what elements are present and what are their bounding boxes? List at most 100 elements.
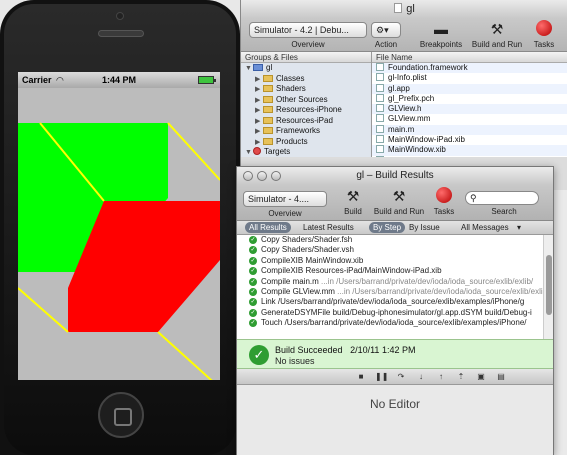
breakpoint-toggle-icon[interactable]: ▣: [475, 372, 487, 381]
file-row[interactable]: MainWindow-iPad.xib: [372, 135, 567, 145]
group-item[interactable]: ▶ Classes: [241, 74, 371, 85]
build-issues: No issues: [275, 356, 315, 366]
overview-control[interactable]: Simulator - 4.2 | Debu... Overview: [249, 22, 367, 49]
file-name: main.m: [388, 124, 415, 134]
file-icon: [376, 63, 384, 71]
group-item[interactable]: ▶ Products: [241, 137, 371, 148]
pause-icon[interactable]: ❚❚: [375, 372, 388, 381]
file-name: MainWindow.xib: [388, 145, 446, 155]
status-bar: Carrier ◠ 1:44 PM: [18, 72, 220, 88]
build-log-row[interactable]: ✓ Copy Shaders/Shader.fsh: [237, 235, 543, 245]
build-status: Build Succeeded: [275, 345, 343, 355]
breakpoint-icon: ▬: [434, 21, 448, 37]
filter-all-results[interactable]: All Results: [245, 222, 291, 233]
file-row[interactable]: main.m: [372, 124, 567, 136]
group-item[interactable]: ▶ Shaders: [241, 84, 371, 95]
build-log-row[interactable]: ✓ Link /Users/barrand/private/dev/ioda/io…: [237, 297, 543, 307]
file-name: GLView.h: [388, 104, 422, 114]
group-item-label: Resources-iPad: [276, 115, 333, 125]
group-item[interactable]: ▶ Resources-iPhone: [241, 105, 371, 116]
group-item-label: Shaders: [276, 84, 306, 93]
file-row[interactable]: gl.app: [372, 83, 567, 94]
step-into-icon[interactable]: ↓: [415, 372, 427, 381]
disclosure-triangle-icon[interactable]: ▼: [245, 64, 253, 75]
filter-by-step[interactable]: By Step: [369, 222, 406, 233]
disclosure-triangle-icon[interactable]: ▶: [255, 85, 263, 96]
filter-by-issue[interactable]: By Issue: [405, 222, 444, 233]
iphone-screen[interactable]: Carrier ◠ 1:44 PM: [18, 72, 220, 380]
window-title: gl: [406, 3, 415, 15]
stop-debug-icon[interactable]: ■: [355, 372, 367, 381]
tasks-button[interactable]: Tasks: [529, 20, 559, 49]
build-overview-control[interactable]: Simulator - 4.... Overview: [243, 191, 327, 218]
file-icon: [376, 145, 384, 154]
filter-all-messages[interactable]: All Messages: [457, 222, 513, 233]
build-log-row[interactable]: ✓ Touch /Users/barrand/private/dev/ioda/i…: [237, 318, 543, 328]
build-and-run-label: Build and Run: [373, 207, 425, 216]
build-and-run-button[interactable]: ⚒ Build and Run: [471, 20, 523, 49]
step-over-icon[interactable]: ↷: [395, 372, 407, 381]
file-row[interactable]: MainWindow.xib: [372, 145, 567, 156]
file-row[interactable]: Foundation.framework: [372, 63, 567, 74]
build-button[interactable]: ⚒ Build: [337, 187, 369, 216]
build-step-text: Compile GLView.mm: [261, 286, 335, 296]
cube-edge: [167, 122, 220, 181]
camera-icon: [116, 12, 124, 20]
file-row[interactable]: GLView.h: [372, 104, 567, 115]
folder-icon: [263, 127, 273, 134]
group-item[interactable]: ▶ Frameworks: [241, 126, 371, 137]
build-log-row[interactable]: ✓ Copy Shaders/Shader.vsh: [237, 245, 543, 255]
minimize-button[interactable]: [257, 171, 267, 181]
build-log-row[interactable]: ✓ CompileXIB MainWindow.xib: [237, 256, 543, 266]
close-button[interactable]: [243, 171, 253, 181]
action-button[interactable]: ⚙▾ Action: [371, 22, 401, 49]
home-button[interactable]: [98, 392, 144, 438]
breakpoints-button[interactable]: ▬ Breakpoints: [415, 20, 467, 49]
zoom-button[interactable]: [271, 171, 281, 181]
disclosure-triangle-icon[interactable]: ▶: [255, 127, 263, 138]
gear-icon[interactable]: ⚙▾: [371, 22, 401, 38]
cube-edge: [157, 331, 213, 380]
disclosure-triangle-icon[interactable]: ▶: [255, 106, 263, 117]
overview-popup[interactable]: Simulator - 4.2 | Debu...: [249, 22, 367, 38]
build-log-scrollbar[interactable]: [543, 235, 553, 339]
step-up-icon[interactable]: ⇡: [455, 372, 467, 381]
build-log-row[interactable]: ✓ CompileXIB Resources-iPad/MainWindow-iP…: [237, 266, 543, 276]
console-icon[interactable]: ▤: [495, 372, 507, 381]
build-log-row[interactable]: ✓ Compile GLView.mm ...in /Users/barrand/…: [237, 287, 543, 297]
search-input[interactable]: ⚲: [465, 191, 539, 205]
build-log-row[interactable]: ✓ GenerateDSYMFile build/Debug-iphonesimu…: [237, 308, 543, 318]
filter-latest-results[interactable]: Latest Results: [299, 222, 358, 233]
search-control[interactable]: ⚲ Search: [465, 191, 543, 216]
group-item[interactable]: ▶ Resources-iPad: [241, 116, 371, 127]
file-icon: [376, 73, 384, 82]
file-row[interactable]: gl_Prefix.pch: [372, 93, 567, 104]
group-item[interactable]: ▼ gl: [241, 63, 371, 74]
group-tree: ▼ gl ▶ Classes ▶ Shaders ▶ Other Sources ▶ Resour…: [241, 63, 371, 157]
tasks-button[interactable]: Tasks: [429, 187, 459, 216]
file-row[interactable]: GLView.mm: [372, 114, 567, 124]
step-out-icon[interactable]: ↑: [435, 372, 447, 381]
groups-and-files-pane: Groups & Files ▼ gl ▶ Classes ▶ Shaders ▶ Other…: [241, 52, 372, 157]
search-icon: ⚲: [470, 193, 477, 203]
folder-icon: [263, 95, 273, 103]
target-icon: [253, 147, 261, 155]
build-log-row[interactable]: ✓ Compile main.m ...in /Users/barrand/pri…: [237, 277, 543, 287]
build-step-text: GenerateDSYMFile build/Debug-iphonesimul…: [261, 307, 532, 317]
scrollbar-thumb[interactable]: [546, 255, 552, 315]
file-name-column-header[interactable]: File Name: [372, 52, 567, 63]
success-check-icon: ✓: [249, 246, 257, 255]
gl-render-view[interactable]: [18, 88, 220, 380]
group-item[interactable]: ▶ Other Sources: [241, 95, 371, 106]
file-row[interactable]: OpenGLES.framework: [372, 155, 567, 157]
group-item-label: Frameworks: [276, 126, 321, 135]
build-overview-popup[interactable]: Simulator - 4....: [243, 191, 327, 207]
build-results-titlebar: gl – Build Results: [237, 167, 553, 185]
disclosure-triangle-icon[interactable]: ▼: [245, 148, 253, 157]
group-item[interactable]: ▼ Targets: [241, 147, 371, 157]
file-icon: [376, 83, 384, 92]
chevron-down-icon[interactable]: ▾: [513, 222, 525, 233]
build-and-run-button[interactable]: ⚒ Build and Run: [373, 187, 425, 216]
file-row[interactable]: gl-Info.plist: [372, 73, 567, 83]
success-check-icon: ✓: [249, 277, 257, 286]
